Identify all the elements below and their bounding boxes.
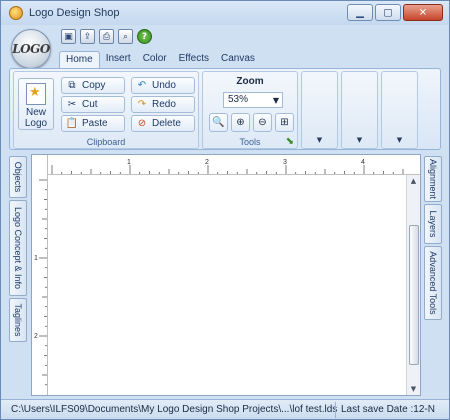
tab-canvas[interactable]: Canvas [215,51,261,69]
ribbon-dropdown-1[interactable]: ▼ [301,71,338,149]
vertical-scrollbar[interactable]: ▲ ▼ [406,175,420,395]
delete-icon: ⊘ [137,118,147,129]
app-window: Logo Design Shop ▁ ▢ ✕ LOGO ▣ ⇪ ⎙ ⌕ ? Ho… [0,0,450,420]
copy-icon: ⧉ [68,80,76,91]
app-icon [9,6,23,20]
undo-label: Undo [152,80,176,91]
undo-icon: ↶ [137,80,147,91]
delete-label: Delete [152,118,181,129]
tab-logo-concept-label: Logo Concept & Info [13,206,23,290]
paste-button[interactable]: 📋 Paste [61,115,125,132]
clipboard-group: New Logo ⧉ Copy ✂ Cut 📋 Paste ↶ Undo ↷ R… [13,71,199,149]
status-save-date: Last save Date :12-N [341,404,435,415]
scroll-up-icon[interactable]: ▲ [407,175,420,187]
window-title: Logo Design Shop [29,7,120,19]
zoom-fit-icon[interactable]: ⊞ [275,113,294,132]
cut-label: Cut [82,99,98,110]
horizontal-ruler: in 1234 [32,155,420,175]
tools-group-label: Tools [239,137,261,147]
dropdown-arrow-icon: ▼ [316,136,323,144]
tab-logo-concept-info[interactable]: Logo Concept & Info [9,200,27,296]
drawing-surface[interactable] [49,176,406,395]
vertical-ruler: 123 [32,155,48,395]
dropdown-arrow-icon: ▼ [396,136,403,144]
save-icon[interactable]: ▣ [61,29,76,44]
delete-button[interactable]: ⊘ Delete [131,115,195,132]
print-icon[interactable]: ⎙ [99,29,114,44]
maximize-button[interactable]: ▢ [375,4,401,21]
redo-label: Redo [152,99,176,110]
tab-alignment-label: Alignment [428,158,438,200]
paste-icon: 📋 [65,118,79,129]
right-side-panel: Alignment Layers Advanced Tools [424,154,442,396]
tab-taglines-label: Taglines [13,303,23,337]
ribbon-tabs: Home Insert Color Effects Canvas [59,51,261,69]
orb-logo-text: LOGO [12,42,50,56]
tab-alignment[interactable]: Alignment [424,156,442,202]
minimize-button[interactable]: ▁ [347,4,373,21]
tab-home[interactable]: Home [59,51,100,69]
zoom-actual-icon[interactable]: 🔍 [209,113,228,132]
ruler-label: 1 [34,255,38,262]
zoom-out-icon[interactable]: ⊖ [253,113,272,132]
help-icon[interactable]: ? [137,29,152,44]
ruler-label: 1 [127,159,131,166]
ribbon-dropdown-2[interactable]: ▼ [341,71,378,149]
copy-button[interactable]: ⧉ Copy [61,77,125,94]
new-logo-icon [26,83,46,105]
tab-advanced-tools[interactable]: Advanced Tools [424,246,442,320]
preview-icon[interactable]: ⌕ [118,29,133,44]
ribbon: New Logo ⧉ Copy ✂ Cut 📋 Paste ↶ Undo ↷ R… [9,68,441,150]
cut-button[interactable]: ✂ Cut [61,96,125,113]
window-controls: ▁ ▢ ✕ [347,4,443,21]
undo-button[interactable]: ↶ Undo [131,77,195,94]
tab-taglines[interactable]: Taglines [9,298,27,342]
tab-layers-label: Layers [428,210,438,238]
chevron-down-icon: ▼ [272,96,279,105]
tab-advanced-tools-label: Advanced Tools [428,251,438,315]
tab-effects[interactable]: Effects [173,51,215,69]
clipboard-group-label: Clipboard [86,137,126,147]
new-logo-button[interactable]: New Logo [18,78,54,130]
copy-label: Copy [82,80,106,91]
left-side-panel: Objects Logo Concept & Info Taglines [9,154,27,396]
new-logo-label: New Logo [24,107,48,129]
zoom-value: 53% [228,94,249,105]
tab-objects-label: Objects [13,161,23,193]
design-canvas-area: in 1234 123 ▲ ▼ [31,154,421,396]
dropdown-arrow-icon: ▼ [356,136,363,144]
status-separator [335,402,336,418]
zoom-in-icon[interactable]: ⊕ [231,113,250,132]
zoom-title: Zoom [236,76,264,87]
scroll-down-icon[interactable]: ▼ [407,383,420,395]
ruler-label: 4 [361,159,365,166]
ruler-label: 2 [34,333,38,340]
ribbon-dropdown-3[interactable]: ▼ [381,71,418,149]
ruler-label: 3 [283,159,287,166]
paste-label: Paste [82,118,108,129]
close-button[interactable]: ✕ [403,4,443,21]
tab-layers[interactable]: Layers [424,204,442,244]
tools-group: Zoom 53% ▼ 🔍 ⊕ ⊖ ⊞ Tools ⬊ [202,71,298,149]
tab-insert[interactable]: Insert [100,51,137,69]
redo-icon: ↷ [137,99,147,110]
zoom-select[interactable]: 53% ▼ [223,92,283,108]
tab-color[interactable]: Color [137,51,173,69]
status-file-path: C:\Users\ILFS09\Documents\My Logo Design… [11,404,338,415]
tab-objects[interactable]: Objects [9,156,27,198]
zoom-buttons: 🔍 ⊕ ⊖ ⊞ [209,113,294,132]
dialog-launcher-icon[interactable]: ⬊ [286,136,294,147]
scissors-icon: ✂ [67,99,77,110]
ruler-label: 2 [205,159,209,166]
export-icon[interactable]: ⇪ [80,29,95,44]
status-bar: C:\Users\ILFS09\Documents\My Logo Design… [1,399,449,419]
application-menu-button[interactable]: LOGO [11,29,51,69]
title-bar[interactable]: Logo Design Shop ▁ ▢ ✕ [1,1,449,25]
quick-access-toolbar: ▣ ⇪ ⎙ ⌕ ? [61,29,152,44]
redo-button[interactable]: ↷ Redo [131,96,195,113]
scroll-thumb[interactable] [409,225,419,365]
